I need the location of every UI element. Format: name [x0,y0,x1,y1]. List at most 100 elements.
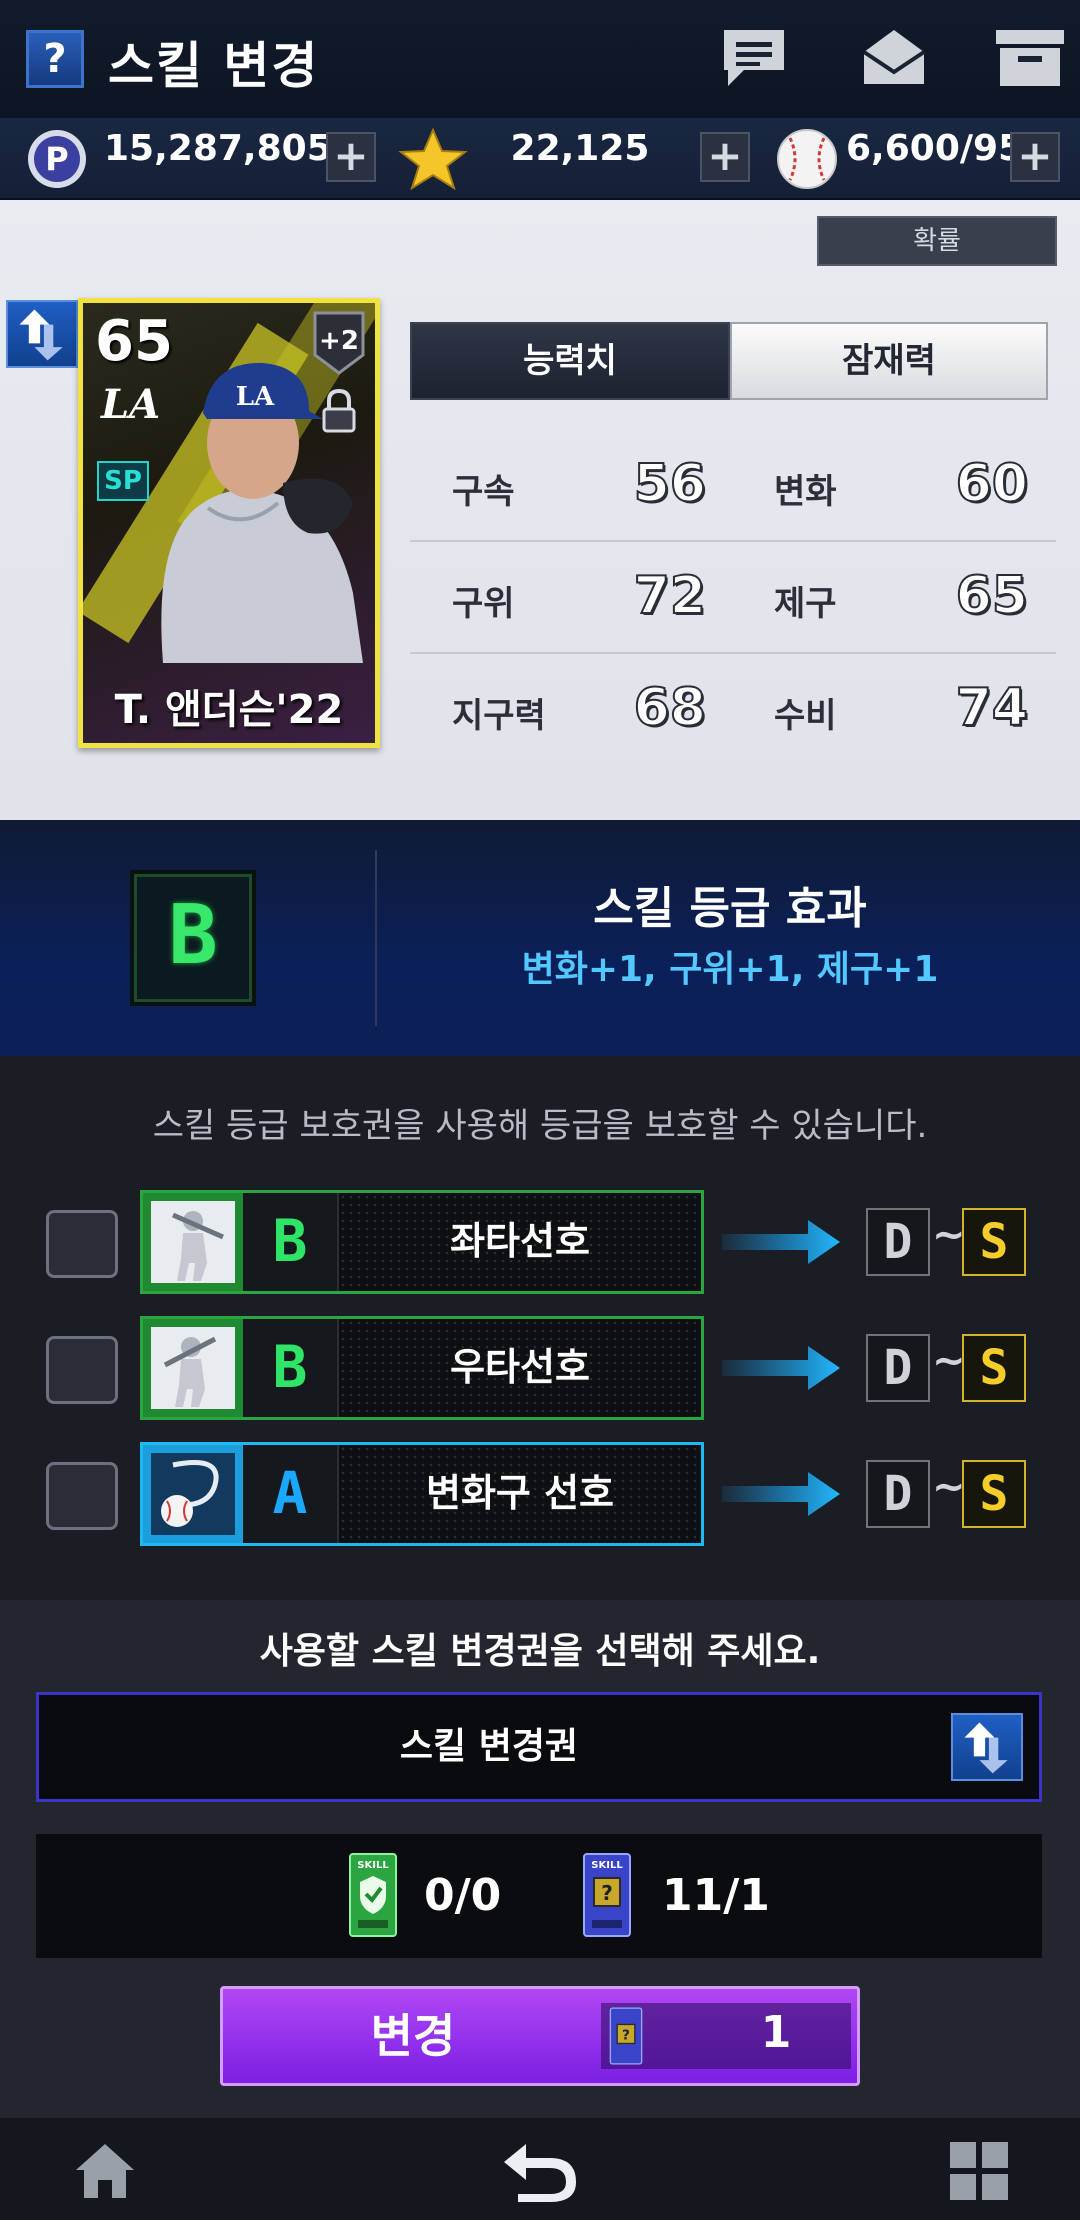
tab-ability[interactable]: 능력치 [410,322,730,400]
change-ticket-count: 11/1 [662,1870,770,1921]
baseball-icon [777,129,837,189]
change-cost-value: 1 [760,2007,792,2058]
ticket-selector[interactable]: 스킬 변경권 [36,1692,1042,1802]
skill-name: 변화구 선호 [339,1445,701,1543]
skill-card[interactable]: A 변화구 선호 [140,1442,704,1546]
stat-label-defense: 수비 [774,696,837,736]
stat-value-stamina: 68 [633,677,707,739]
change-ticket-icon: ? [609,2007,643,2065]
enhancement-text: +2 [319,326,359,356]
top-header: ? 스킬 변경 [0,0,1080,118]
chat-icon[interactable] [714,22,794,94]
range-max-grade: S [962,1334,1026,1402]
skill-card[interactable]: B 우타선호 [140,1316,704,1420]
player-panel: 확률 LA 65 LA SP +2 T. 앤더슨'22 능력치 잠재력 구속 5… [0,200,1080,820]
range-min-grade: D [866,1460,930,1528]
add-balls-button[interactable]: + [1010,132,1060,182]
stat-value-control: 65 [955,565,1029,627]
enhancement-badge: +2 [313,311,365,375]
range-separator: ~ [932,1338,966,1384]
player-card[interactable]: LA 65 LA SP +2 T. 앤더슨'22 [78,298,380,748]
skill-name: 좌타선호 [339,1193,701,1291]
card-overall: 65 [95,309,173,374]
add-points-button[interactable]: + [326,132,376,182]
ticket-counts: SKILL 0/0 SKILL ? 11/1 [36,1834,1042,1958]
range-max-grade: S [962,1208,1026,1276]
ticket-selector-label: 스킬 변경권 [399,1726,579,1767]
skill-grade: B [243,1193,339,1291]
help-button[interactable]: ? [26,30,84,88]
star-icon [398,128,468,190]
page-title: 스킬 변경 [108,37,320,95]
right-batter-icon [143,1319,243,1417]
card-player-name: T. 앤더슨'22 [114,687,344,733]
probability-button[interactable]: 확률 [817,216,1057,266]
grade-effect-text: 변화+1, 구위+1, 제구+1 [521,949,939,990]
menu-grid-icon[interactable] [944,2136,1014,2206]
left-batter-icon [143,1193,243,1291]
skill-card[interactable]: B 좌타선호 [140,1190,704,1294]
protect-checkbox[interactable] [46,1210,118,1278]
arrow-right-icon [722,1346,840,1390]
protect-ticket-icon: SKILL [349,1853,397,1937]
select-ticket-note: 사용할 스킬 변경권을 선택해 주세요. [259,1631,821,1672]
arrow-right-icon [722,1472,840,1516]
stars-value: 22,125 [510,128,650,169]
add-stars-button[interactable]: + [700,132,750,182]
bottom-nav [0,2118,1080,2220]
divider [375,850,377,1026]
change-ticket-icon: SKILL ? [583,1853,631,1937]
svg-text:SKILL: SKILL [591,1860,623,1871]
archive-icon[interactable] [990,22,1070,94]
svg-text:SKILL: SKILL [357,1860,389,1871]
stat-tabs: 능력치 잠재력 [410,322,1048,400]
range-separator: ~ [932,1212,966,1258]
lock-icon[interactable] [319,389,359,433]
stat-value-movement: 60 [955,453,1029,515]
range-min-grade: D [866,1208,930,1276]
ticket-section: 사용할 스킬 변경권을 선택해 주세요. 스킬 변경권 SKILL 0/0 SK… [0,1600,1080,2118]
stat-row: 구위 72 제구 65 [410,542,1056,654]
stat-value-velocity: 56 [633,453,707,515]
back-icon[interactable] [496,2136,586,2206]
home-icon[interactable] [70,2136,140,2206]
protect-ticket-count: 0/0 [424,1870,502,1921]
skill-row: B 좌타선호 D ~ S [0,1190,1080,1294]
grade-badge: B [130,870,256,1006]
breaking-ball-icon [143,1445,243,1543]
stat-value-stuff: 72 [633,565,707,627]
points-coin-icon: P [28,130,86,188]
stats-grid: 구속 56 변화 60 구위 72 제구 65 지구력 68 수비 74 [410,430,1056,766]
grade-effect-band: B 스킬 등급 효과 변화+1, 구위+1, 제구+1 [0,820,1080,1056]
change-cost: ? 1 [601,2003,851,2069]
range-separator: ~ [932,1464,966,1510]
skill-grade: A [243,1445,339,1543]
skill-row: A 변화구 선호 D ~ S [0,1442,1080,1546]
points-value: 15,287,805 [104,128,332,169]
balls-value: 6,600/95 [846,128,1024,169]
arrow-right-icon [722,1220,840,1264]
stat-label-velocity: 구속 [452,472,515,512]
skills-section: 스킬 등급 보호권을 사용해 등급을 보호할 수 있습니다. B 좌타선호 D … [0,1056,1080,1600]
currency-bar: P 15,287,805 + 22,125 + 6,600/95 + [0,118,1080,200]
tab-potential[interactable]: 잠재력 [730,322,1048,400]
svg-text:?: ? [601,1881,613,1905]
range-max-grade: S [962,1460,1026,1528]
change-button[interactable]: 변경 ? 1 [220,1986,860,2086]
stat-label-stamina: 지구력 [452,696,546,736]
protect-checkbox[interactable] [46,1462,118,1530]
stat-label-movement: 변화 [774,472,837,512]
player-portrait: LA [161,362,363,663]
grade-effect-title: 스킬 등급 효과 [593,883,867,934]
swap-ticket-icon[interactable] [951,1713,1023,1781]
stat-row: 구속 56 변화 60 [410,430,1056,542]
svg-text:LA: LA [236,382,275,412]
skill-name: 우타선호 [339,1319,701,1417]
card-position-badge: SP [97,461,149,501]
stat-label-stuff: 구위 [452,584,515,624]
change-button-label: 변경 [370,2009,456,2063]
swap-card-icon[interactable] [6,300,78,368]
mail-icon[interactable] [854,22,934,94]
range-min-grade: D [866,1334,930,1402]
protect-checkbox[interactable] [46,1336,118,1404]
